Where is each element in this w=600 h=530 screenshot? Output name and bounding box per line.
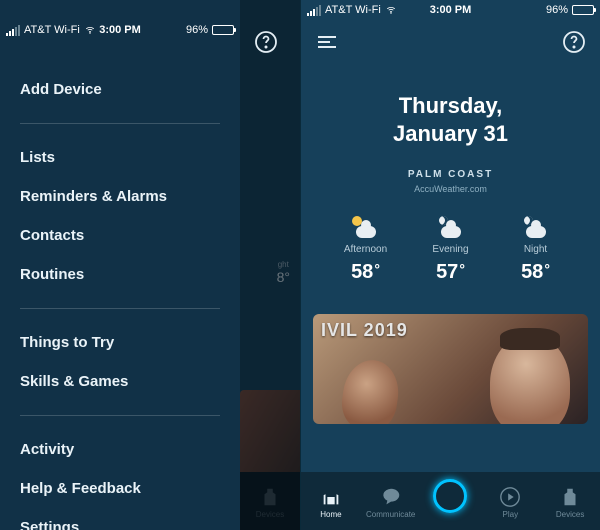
carrier-label: AT&T Wi-Fi [24, 24, 80, 36]
feature-card[interactable]: IVIL 2019 [313, 314, 588, 424]
drawer-body: Add Device Lists Reminders & Alarms Cont… [0, 40, 240, 530]
forecast-temp: 57° [436, 261, 465, 284]
drawer-item-help-feedback[interactable]: Help & Feedback [20, 469, 220, 508]
home-body: Thursday, January 31 PALM COAST AccuWeat… [301, 64, 600, 284]
app-header [240, 20, 292, 64]
forecast-period: Night [524, 244, 547, 255]
card-banner-text: IVIL 2019 [321, 320, 408, 341]
tab-communicate[interactable]: Communicate [361, 486, 421, 519]
app-header [301, 20, 600, 64]
drawer-item-skills-games[interactable]: Skills & Games [20, 362, 220, 401]
forecast-period: Evening [432, 244, 468, 255]
tab-home[interactable]: Home [301, 486, 361, 519]
battery-icon [572, 5, 594, 15]
forecast-afternoon[interactable]: Afternoon 58° [323, 216, 408, 284]
tab-play[interactable]: Play [480, 486, 540, 519]
tab-label: Communicate [366, 510, 415, 519]
drawer-item-settings[interactable]: Settings [20, 508, 220, 530]
forecast-row: Afternoon 58° Evening 57° Night 58° [319, 216, 582, 284]
moon-cloud-icon [522, 216, 550, 238]
drawer-item-reminders-alarms[interactable]: Reminders & Alarms [20, 177, 220, 216]
wifi-icon [84, 25, 96, 35]
signal-icon [307, 5, 321, 16]
wifi-icon [385, 5, 397, 15]
help-icon[interactable] [254, 30, 278, 54]
screenshot-right: AT&T Wi-Fi 3:00 PM 96% Thursday, January… [300, 0, 600, 530]
tab-label: Devices [556, 510, 584, 519]
forecast-night[interactable]: Night 58° [493, 216, 578, 284]
screenshot-left: ght 8° AT&T Wi-Fi 3:00 PM 96% Add Device [0, 0, 300, 530]
date-heading: Thursday, January 31 [319, 92, 582, 147]
weather-source[interactable]: AccuWeather.com [319, 184, 582, 194]
moon-cloud-icon [437, 216, 465, 238]
status-bar: AT&T Wi-Fi 3:00 PM 96% [301, 0, 600, 20]
help-icon[interactable] [562, 30, 586, 54]
drawer-item-activity[interactable]: Activity [20, 430, 220, 469]
tab-devices[interactable]: Devices [540, 486, 600, 519]
battery-pct: 96% [186, 24, 208, 36]
drawer-item-add-device[interactable]: Add Device [20, 70, 220, 109]
forecast-period: Afternoon [344, 244, 387, 255]
location-label: PALM COAST [319, 169, 582, 180]
drawer-item-contacts[interactable]: Contacts [20, 216, 220, 255]
alexa-ring-icon [433, 479, 467, 513]
drawer-item-lists[interactable]: Lists [20, 138, 220, 177]
nav-drawer: AT&T Wi-Fi 3:00 PM 96% Add Device Lists … [0, 0, 240, 530]
forecast-temp: 58° [351, 261, 380, 284]
signal-icon [6, 25, 20, 36]
tab-alexa[interactable] [421, 489, 481, 515]
tab-bar: Home Communicate Play Devices [301, 472, 600, 530]
date-line-2: January 31 [393, 121, 508, 146]
status-bar: AT&T Wi-Fi 3:00 PM 96% [0, 20, 240, 40]
forecast-evening[interactable]: Evening 57° [408, 216, 493, 284]
drawer-item-things-to-try[interactable]: Things to Try [20, 323, 220, 362]
sun-cloud-icon [352, 216, 380, 238]
card-person-left [338, 357, 402, 424]
tab-label: Home [320, 510, 341, 519]
menu-icon[interactable] [315, 30, 339, 54]
date-line-1: Thursday, [399, 93, 503, 118]
tab-label: Play [503, 510, 519, 519]
battery-icon [212, 25, 234, 35]
drawer-item-routines[interactable]: Routines [20, 255, 220, 294]
forecast-temp: 58° [521, 261, 550, 284]
carrier-label: AT&T Wi-Fi [325, 4, 381, 16]
card-person-right [490, 334, 570, 424]
battery-pct: 96% [546, 4, 568, 16]
